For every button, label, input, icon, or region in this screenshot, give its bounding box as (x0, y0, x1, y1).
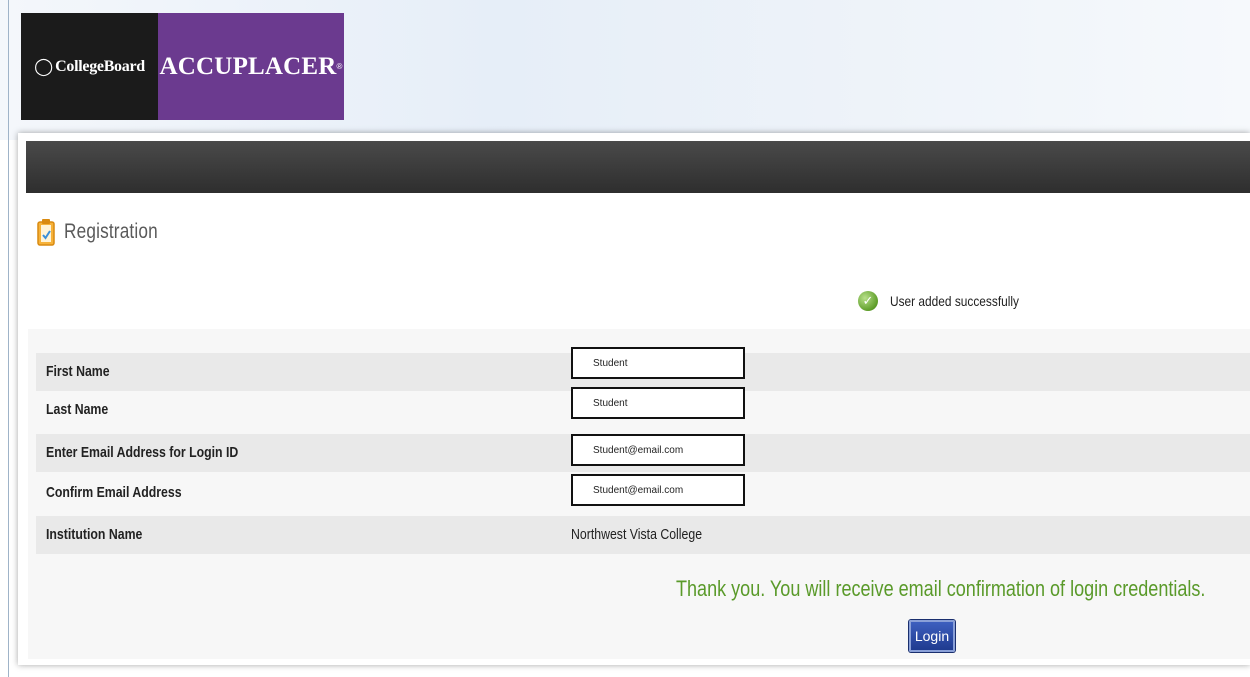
institution-value: Northwest Vista College (571, 526, 703, 543)
registration-form: First Name Last Name Enter Email Address… (28, 329, 1250, 659)
first-name-label: First Name (46, 363, 110, 380)
success-text: User added successfully (890, 293, 1019, 309)
frame-edge (8, 0, 9, 677)
email-field[interactable] (571, 434, 745, 466)
nav-bar (26, 141, 1250, 193)
check-circle-icon: ✓ (858, 291, 878, 311)
success-message: ✓ User added successfully (858, 291, 1042, 311)
accuplacer-wordmark: ACCUPLACER (159, 52, 337, 80)
email-label: Enter Email Address for Login ID (46, 444, 239, 461)
form-row-institution: Institution Name Northwest Vista College (36, 516, 1250, 554)
institution-label: Institution Name (46, 526, 143, 543)
form-row-email: Enter Email Address for Login ID (36, 434, 1250, 472)
form-row-first-name: First Name (36, 347, 1250, 391)
collegeboard-wordmark: CollegeBoard (55, 57, 145, 75)
acorn-icon: ◯ (34, 56, 54, 77)
accuplacer-logo: ACCUPLACER ® (158, 13, 344, 120)
page-title: Registration (64, 220, 158, 243)
first-name-field[interactable] (571, 347, 745, 379)
form-row-confirm-email: Confirm Email Address (36, 474, 1250, 512)
last-name-field[interactable] (571, 387, 745, 419)
clipboard-check-icon (37, 219, 55, 246)
last-name-label: Last Name (46, 401, 109, 418)
form-row-last-name: Last Name (36, 387, 1250, 429)
page-header: Registration (36, 217, 178, 247)
registration-panel: Registration ✓ User added successfully F… (18, 133, 1250, 665)
confirmation-message: Thank you. You will receive email confir… (676, 576, 1206, 601)
login-button[interactable]: Login (909, 620, 955, 652)
collegeboard-logo: ◯ CollegeBoard (21, 13, 158, 120)
trademark-mark: ® (336, 62, 343, 71)
confirm-email-label: Confirm Email Address (46, 484, 182, 501)
confirm-email-field[interactable] (571, 474, 745, 506)
